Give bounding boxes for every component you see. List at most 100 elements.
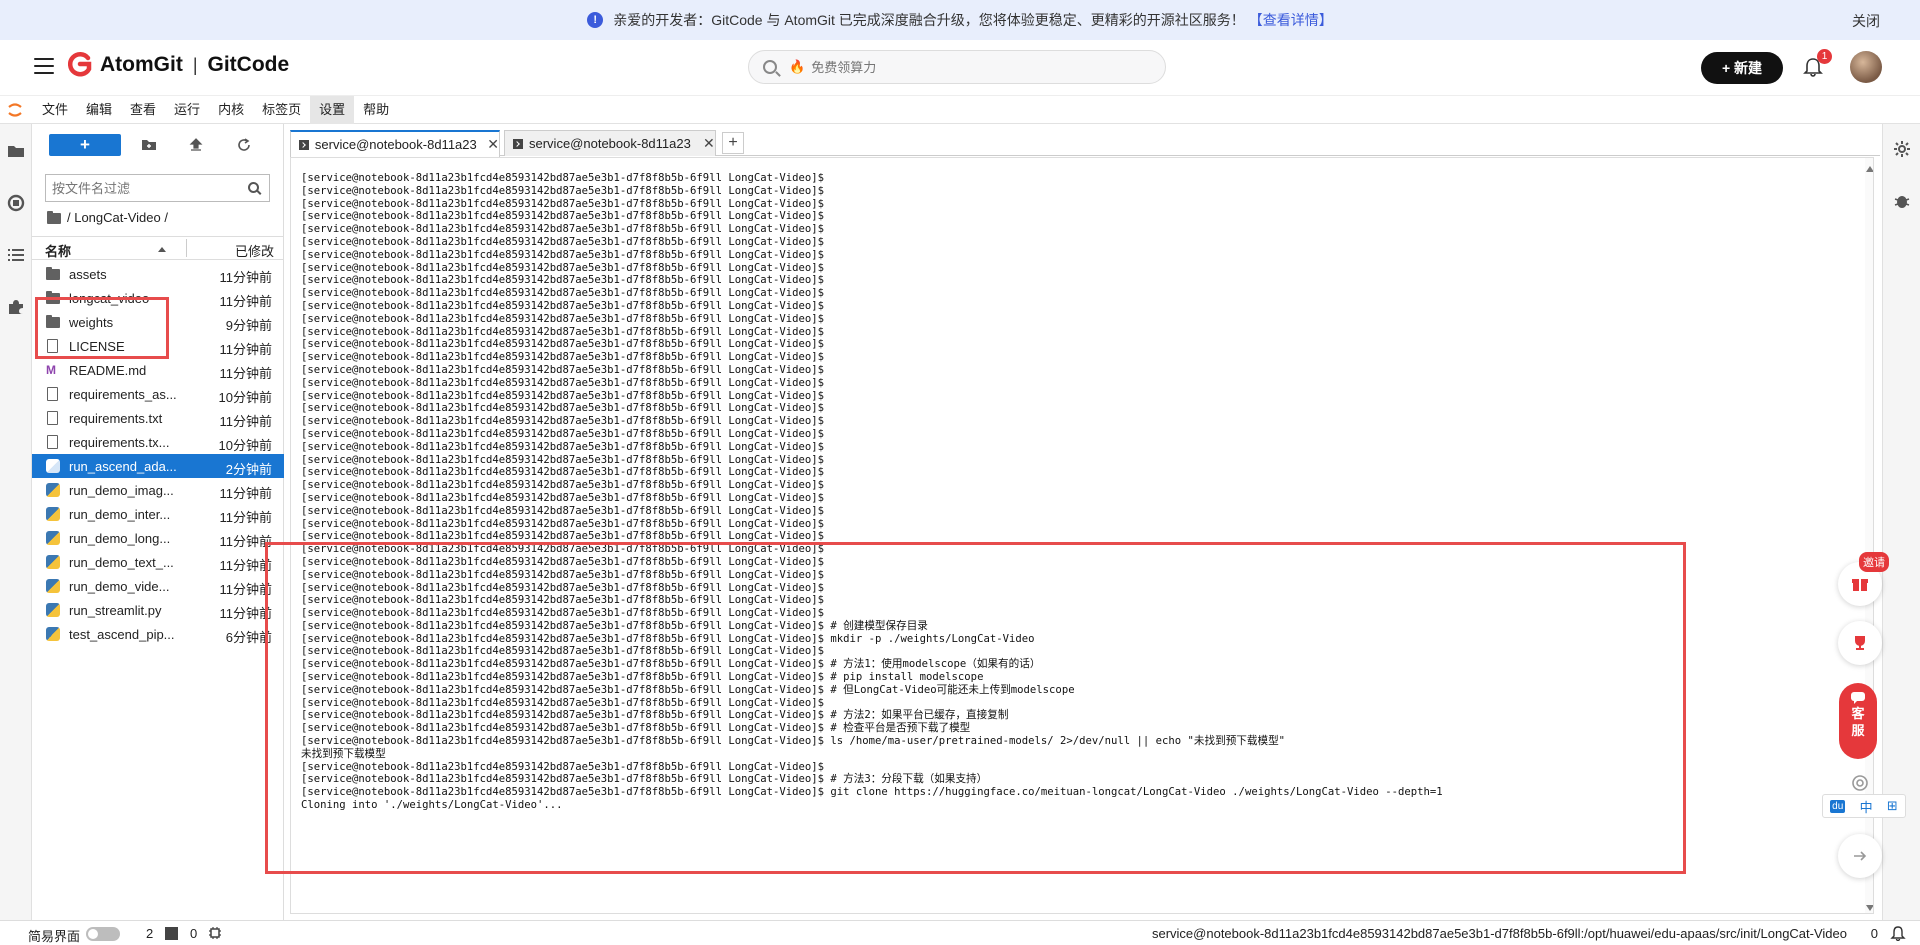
file-name: run_ascend_ada...: [69, 459, 177, 474]
highlight-box-terminal: [265, 542, 1686, 874]
upload-icon[interactable]: [188, 137, 204, 153]
file-name: requirements.tx...: [69, 435, 170, 450]
global-search[interactable]: 🔥: [748, 50, 1166, 84]
file-row[interactable]: run_demo_text_... 11分钟前: [32, 550, 284, 574]
simple-mode-toggle[interactable]: [86, 927, 120, 941]
new-folder-icon[interactable]: [141, 137, 157, 153]
add-tab-button[interactable]: +: [722, 132, 744, 154]
file-row[interactable]: test_ascend_pip... 6分钟前: [32, 622, 284, 646]
file-row[interactable]: requirements.txt 11分钟前: [32, 406, 284, 430]
scroll-down-icon[interactable]: [1866, 905, 1873, 911]
markdown-icon: M: [46, 363, 56, 377]
folder-icon: [47, 211, 61, 224]
menu-run[interactable]: 运行: [165, 96, 209, 124]
breadcrumb[interactable]: / LongCat-Video /: [47, 210, 168, 225]
file-icon: [46, 435, 60, 449]
notification-bell-icon[interactable]: [1890, 925, 1906, 941]
close-icon[interactable]: ✕: [487, 136, 499, 153]
file-row[interactable]: run_demo_long... 11分钟前: [32, 526, 284, 550]
file-row[interactable]: run_demo_inter... 11分钟前: [32, 502, 284, 526]
file-row[interactable]: M README.md 11分钟前: [32, 358, 284, 382]
column-modified-header[interactable]: 已修改: [235, 241, 274, 260]
new-launcher-button[interactable]: +: [49, 134, 121, 156]
menu-help[interactable]: 帮助: [354, 96, 398, 124]
file-row[interactable]: run_streamlit.py 11分钟前: [32, 598, 284, 622]
folder-icon[interactable]: [7, 142, 25, 160]
ime-chinese-mode[interactable]: 中: [1860, 797, 1873, 816]
search-icon: [248, 182, 259, 193]
running-kernels-icon[interactable]: [7, 194, 25, 212]
file-row[interactable]: run_demo_imag... 11分钟前: [32, 478, 284, 502]
file-modified-time: 11分钟前: [219, 270, 273, 285]
property-inspector-gear-icon[interactable]: [1893, 140, 1911, 158]
sort-ascending-icon[interactable]: [158, 247, 166, 252]
terminal-line: [service@notebook-8d11a23b1fcd4e8593142b…: [301, 338, 824, 351]
terminal-line: [service@notebook-8d11a23b1fcd4e8593142b…: [301, 427, 824, 440]
terminal-count[interactable]: 2: [146, 926, 153, 941]
file-row[interactable]: assets 11分钟前: [32, 262, 284, 286]
notifications-count[interactable]: 0: [1871, 926, 1878, 941]
file-row[interactable]: run_ascend_ada... 2分钟前: [32, 454, 284, 478]
file-row[interactable]: requirements.tx... 10分钟前: [32, 430, 284, 454]
status-bar: 简易界面 2 0 service@notebook-8d11a23b1fcd4e…: [0, 920, 1920, 945]
ime-toolbar[interactable]: du 中 ⊞: [1822, 794, 1906, 818]
hamburger-menu-icon[interactable]: [34, 58, 54, 74]
menu-file[interactable]: 文件: [33, 96, 77, 124]
file-row[interactable]: run_demo_vide... 11分钟前: [32, 574, 284, 598]
terminal-line: [service@notebook-8d11a23b1fcd4e8593142b…: [301, 363, 824, 376]
close-icon[interactable]: ✕: [703, 135, 715, 152]
file-row[interactable]: requirements_as... 10分钟前: [32, 382, 284, 406]
tab-terminal-2[interactable]: service@notebook-8d11a23 ✕: [504, 130, 716, 156]
file-modified-time: 11分钟前: [219, 414, 273, 429]
file-list-header: 名称 已修改: [32, 236, 284, 260]
announcement-link[interactable]: 【查看详情】: [1249, 10, 1333, 30]
user-avatar[interactable]: [1850, 51, 1882, 83]
debugger-bug-icon[interactable]: [1893, 192, 1911, 210]
brand-separator: |: [192, 54, 198, 75]
ime-grid-icon[interactable]: ⊞: [1887, 798, 1898, 814]
new-button[interactable]: + 新建: [1701, 52, 1783, 84]
trophy-button[interactable]: [1838, 621, 1882, 665]
refresh-icon[interactable]: [236, 137, 252, 153]
search-input[interactable]: [811, 59, 1112, 75]
info-icon: !: [587, 12, 604, 28]
file-browser-toolbar: +: [32, 134, 284, 160]
invite-badge[interactable]: 邀请: [1859, 552, 1889, 572]
terminal-line: [service@notebook-8d11a23b1fcd4e8593142b…: [301, 248, 824, 261]
site-logo[interactable]: AtomGit | GitCode: [68, 52, 289, 78]
trophy-icon: [1855, 636, 1865, 650]
file-filter[interactable]: [45, 174, 270, 202]
column-name-header[interactable]: 名称: [45, 241, 71, 260]
file-filter-input[interactable]: [52, 180, 232, 196]
menu-settings[interactable]: 设置: [310, 96, 355, 124]
table-of-contents-icon[interactable]: [7, 246, 25, 264]
folder-icon: [46, 267, 60, 281]
file-name: test_ascend_pip...: [69, 627, 175, 642]
gift-icon: [1852, 579, 1868, 591]
python-icon: [46, 555, 60, 569]
announcement-close-button[interactable]: 关闭: [1852, 11, 1880, 31]
file-name: assets: [69, 267, 107, 282]
column-divider[interactable]: [186, 239, 187, 257]
next-arrow-button[interactable]: [1838, 834, 1882, 878]
simple-mode-label: 简易界面: [28, 929, 81, 944]
menu-tabs[interactable]: 标签页: [253, 96, 310, 124]
customer-service-button[interactable]: 客 服: [1839, 683, 1877, 759]
file-modified-time: 10分钟前: [218, 390, 272, 405]
arrow-right-icon: [1854, 851, 1867, 861]
scroll-up-icon[interactable]: [1866, 166, 1873, 172]
kernel-count[interactable]: 0: [190, 926, 197, 941]
menu-view[interactable]: 查看: [121, 96, 165, 124]
file-modified-time: 10分钟前: [218, 438, 272, 453]
menu-kernel[interactable]: 内核: [209, 96, 253, 124]
file-name: run_demo_inter...: [69, 507, 171, 522]
jupyter-logo-icon: [8, 103, 22, 117]
breadcrumb-path[interactable]: / LongCat-Video /: [67, 210, 168, 225]
terminal-line: [service@notebook-8d11a23b1fcd4e8593142b…: [301, 312, 824, 325]
notification-bell-icon[interactable]: 1: [1802, 49, 1832, 78]
extensions-puzzle-icon[interactable]: [7, 298, 25, 316]
terminal-line: [service@notebook-8d11a23b1fcd4e8593142b…: [301, 453, 824, 466]
file-modified-time: 11分钟前: [219, 294, 273, 309]
tab-terminal-1[interactable]: service@notebook-8d11a23 ✕: [290, 130, 500, 157]
menu-edit[interactable]: 编辑: [77, 96, 121, 124]
